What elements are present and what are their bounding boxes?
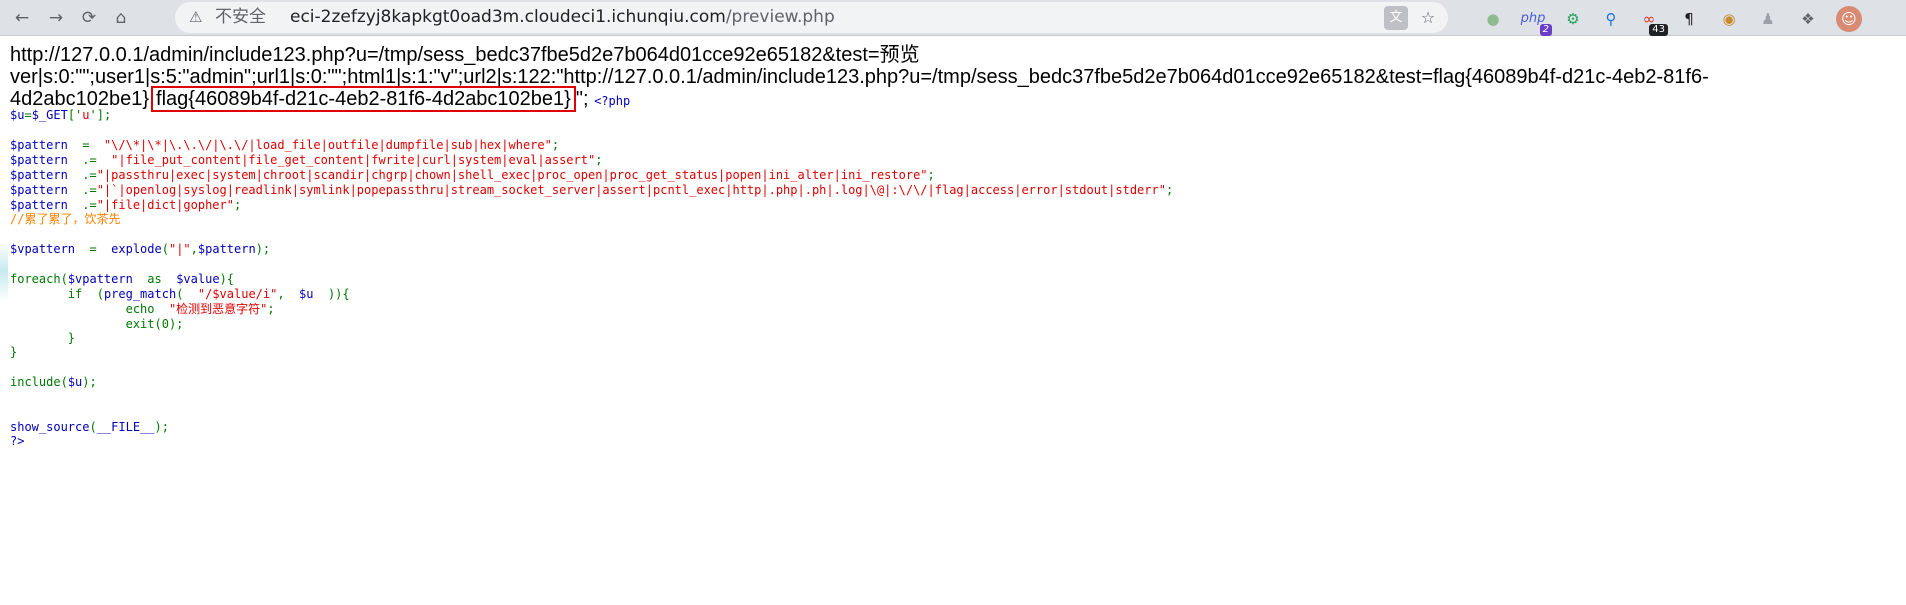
var-pattern: $pattern bbox=[10, 153, 68, 167]
forward-arrow-icon[interactable]: → bbox=[44, 6, 68, 30]
url-domain: eci-2zefzyj8kapkgt0oad3m.cloudeci1.ichun… bbox=[290, 7, 726, 27]
pattern-string-4: "|`|openlog|syslog|readlink|symlink|pope… bbox=[96, 183, 1166, 197]
browser-toolbar: ← → ⟳ ⌂ ⚠ 不安全 eci-2zefzyj8kapkgt0oad3m.c… bbox=[0, 0, 1906, 36]
code-line-include: include($u); bbox=[10, 373, 97, 391]
bracket-close: ']; bbox=[89, 108, 112, 122]
kw-as: as bbox=[132, 272, 177, 286]
kw-include: include bbox=[10, 375, 61, 389]
address-bar[interactable]: ⚠ 不安全 eci-2zefzyj8kapkgt0oad3m.cloudeci1… bbox=[175, 2, 1448, 33]
php-open-tag: <?php bbox=[594, 94, 631, 108]
paren-open: ( bbox=[89, 420, 97, 434]
kw-if: if bbox=[67, 287, 83, 301]
security-label[interactable]: 不安全 bbox=[215, 2, 266, 33]
spy-extension-icon[interactable]: ♟ bbox=[1755, 6, 1781, 32]
op-assign: = bbox=[75, 242, 112, 256]
paren-open: ( bbox=[60, 272, 68, 286]
op-concat: .= bbox=[67, 153, 112, 167]
var-u: $u bbox=[10, 108, 25, 122]
link-extension-icon[interactable]: ∞ 43 bbox=[1636, 6, 1668, 36]
var-vpattern: $vpattern bbox=[67, 272, 133, 286]
kw-echo: echo bbox=[125, 302, 155, 316]
var-vpattern: $vpattern bbox=[10, 242, 76, 256]
page-content: http://127.0.0.1/admin/include123.php?u=… bbox=[0, 36, 1906, 605]
url-text[interactable]: eci-2zefzyj8kapkgt0oad3m.cloudeci1.ichun… bbox=[290, 2, 835, 33]
gear-extension-icon[interactable]: ⚙ bbox=[1560, 6, 1586, 32]
paren-close: ); bbox=[82, 375, 97, 389]
php-badge: 2 bbox=[1539, 24, 1552, 36]
var-u: $u bbox=[67, 375, 83, 389]
paren-close: ); bbox=[154, 420, 169, 434]
reload-icon[interactable]: ⟳ bbox=[77, 6, 101, 30]
var-pattern: $pattern bbox=[10, 138, 68, 152]
paren-open: ( bbox=[60, 375, 68, 389]
var-u: $u bbox=[299, 287, 314, 301]
bookmark-star-icon[interactable]: ☆ bbox=[1416, 6, 1440, 30]
op-concat: .= bbox=[67, 183, 97, 197]
paren-close: ); bbox=[255, 242, 271, 256]
paren-open: ( bbox=[82, 287, 104, 301]
pilcrow-extension-icon[interactable]: ¶ bbox=[1676, 6, 1702, 32]
kw-foreach: foreach bbox=[10, 272, 61, 286]
pattern-string-3: "|passthru|exec|system|chroot|scandir|ch… bbox=[96, 168, 928, 182]
code-line-explode: $vpattern = explode("|",$pattern); bbox=[10, 240, 270, 258]
highlighted-flag: flag{46089b4f-d21c-4eb2-81f6-4d2abc102be… bbox=[151, 86, 576, 112]
semicolon: ; bbox=[1165, 183, 1174, 197]
home-icon[interactable]: ⌂ bbox=[109, 6, 133, 30]
kw-exit: exit bbox=[125, 317, 155, 331]
pin-extension-icon[interactable]: ⚲ bbox=[1598, 6, 1624, 32]
semicolon: ; bbox=[551, 138, 560, 152]
bracket-open: [' bbox=[67, 108, 83, 122]
back-arrow-icon[interactable]: ← bbox=[10, 6, 34, 30]
cookie-extension-icon[interactable]: ◉ bbox=[1716, 6, 1742, 32]
paren-open: ( bbox=[176, 287, 198, 301]
translate-icon[interactable]: 文 bbox=[1384, 6, 1408, 30]
var-pattern: $pattern bbox=[10, 168, 68, 182]
semicolon: ; bbox=[267, 302, 275, 316]
links-badge: 43 bbox=[1649, 24, 1668, 36]
var-pattern: $pattern bbox=[197, 242, 256, 256]
var-value: $value bbox=[176, 272, 220, 286]
echo-string: "检测到恶意字符" bbox=[154, 302, 268, 316]
regex-string: "/$value/i" bbox=[197, 287, 278, 301]
code-close-foreach: } bbox=[10, 345, 18, 359]
var-get: $_GET bbox=[31, 108, 68, 122]
php-close-tag: ?> bbox=[10, 434, 25, 448]
var-pattern: $pattern bbox=[10, 183, 68, 197]
pattern-string-2: "|file_put_content|file_get_content|fwri… bbox=[111, 153, 596, 167]
profile-avatar[interactable]: ☺ bbox=[1836, 6, 1862, 32]
paren-close: )){ bbox=[313, 287, 350, 301]
code-line-u: $u=$_GET['u']; bbox=[10, 106, 111, 124]
const-file: __FILE__ bbox=[96, 420, 155, 434]
pattern-string-1: "\/\*|\*|\.\.\/|\.\/|load_file|outfile|d… bbox=[103, 138, 552, 152]
op-concat: .= bbox=[67, 168, 97, 182]
op-assign: = bbox=[67, 138, 104, 152]
code-close-if: } bbox=[10, 331, 76, 345]
warning-icon[interactable]: ⚠ bbox=[189, 2, 202, 33]
left-edge-decoration bbox=[0, 241, 8, 301]
line-terminator: "; bbox=[575, 88, 589, 110]
op-eq: = bbox=[24, 108, 32, 122]
func-preg-match: preg_match bbox=[103, 287, 177, 301]
paren-open: ( bbox=[161, 242, 169, 256]
code-comment: //累了累了，饮茶先 bbox=[10, 212, 121, 226]
semicolon: ; bbox=[595, 153, 603, 167]
code-line-show-source: show_source(__FILE__); bbox=[10, 418, 169, 436]
semicolon: ; bbox=[927, 168, 935, 182]
comma: , bbox=[277, 287, 300, 301]
url-path: /preview.php bbox=[725, 7, 835, 27]
brace-open: ){ bbox=[219, 272, 235, 286]
semicolon: ; bbox=[233, 198, 242, 212]
explode-separator: "|" bbox=[168, 242, 191, 256]
comma: , bbox=[190, 242, 198, 256]
extension-circle-icon[interactable]: ● bbox=[1480, 6, 1506, 32]
get-key: u bbox=[82, 108, 90, 122]
exit-args: (0); bbox=[154, 317, 184, 331]
puzzle-extensions-icon[interactable]: ❖ bbox=[1795, 6, 1821, 32]
func-explode: explode bbox=[111, 242, 162, 256]
php-extension-icon[interactable]: php 2 bbox=[1520, 6, 1552, 36]
